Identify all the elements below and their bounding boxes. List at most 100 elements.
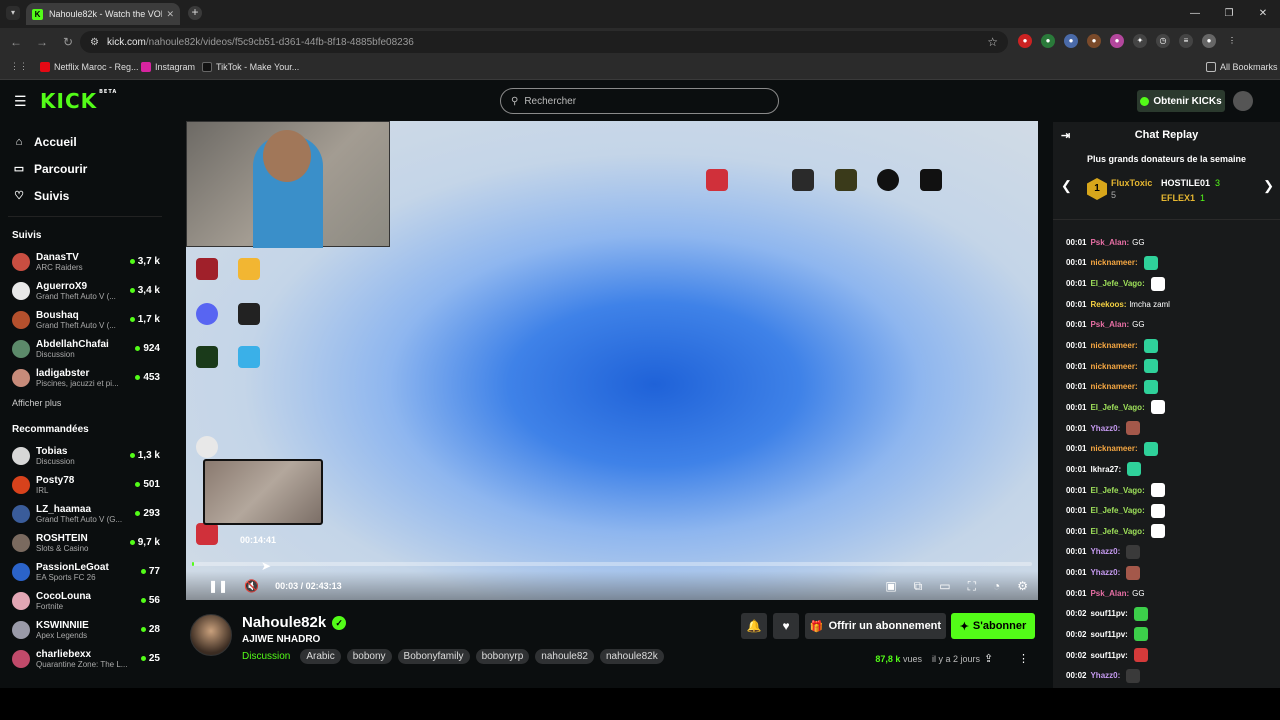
tag-chip[interactable]: bobonyrp — [475, 649, 530, 664]
tag-chip[interactable]: nahoule82 — [535, 649, 594, 664]
menu-dots-icon[interactable]: ⋮ — [1225, 34, 1239, 48]
message-username[interactable]: El_Jefe_Vago: — [1090, 486, 1144, 495]
message-username[interactable]: nicknameer: — [1090, 362, 1137, 371]
message-username[interactable]: Psk_Alan: — [1090, 589, 1129, 598]
tag-chip[interactable]: Arabic — [300, 649, 341, 664]
streamer-name[interactable]: Nahoule82k — [242, 614, 326, 631]
notification-bell-button[interactable]: 🔔 — [741, 613, 767, 639]
sidebar-channel[interactable]: PassionLeGoat EA Sports FC 26 77 — [0, 557, 170, 586]
tag-chip[interactable]: nahoule82k — [599, 649, 664, 664]
forward-icon[interactable]: → — [32, 35, 52, 49]
bookmark-star-icon[interactable]: ☆ — [987, 35, 998, 49]
search-input[interactable]: ⚲ Rechercher — [500, 88, 779, 114]
maximize-icon[interactable]: ❐ — [1212, 0, 1246, 28]
message-username[interactable]: souf11pv: — [1090, 651, 1127, 660]
nav-home[interactable]: ⌂ Accueil — [0, 128, 170, 155]
extension-icon[interactable]: ● — [1018, 34, 1032, 48]
extension-icon[interactable]: ● — [1110, 34, 1124, 48]
video-player[interactable]: 00:14:41 ❚❚ 🔇 00:03 / 02:43:13 ▣ ⧉ ▭ ⛶ ◔… — [186, 121, 1038, 600]
collapse-chat-icon[interactable]: ⇥ — [1061, 129, 1070, 142]
pip-icon[interactable]: ▣ — [885, 579, 896, 594]
bookmark-instagram[interactable]: Instagram — [141, 62, 195, 72]
puzzle-icon[interactable]: ✦ — [1133, 34, 1147, 48]
sidebar-channel[interactable]: ROSHTEIN Slots & Casino 9,7 k — [0, 528, 170, 557]
message-username[interactable]: Yhazz0: — [1090, 671, 1120, 680]
message-username[interactable]: nicknameer: — [1090, 341, 1137, 350]
reload-icon[interactable]: ↻ — [58, 35, 78, 49]
user-avatar[interactable] — [1233, 91, 1253, 111]
new-tab-button[interactable]: + — [188, 6, 202, 20]
nav-browse[interactable]: ▭ Parcourir — [0, 155, 170, 182]
kick-logo[interactable]: KICK BETA — [40, 89, 117, 113]
settings-gear-icon[interactable]: ⚙ — [1017, 579, 1028, 594]
extension-icon[interactable]: ● — [1041, 34, 1055, 48]
chevron-left-icon[interactable]: ❮ — [1061, 178, 1072, 194]
message-username[interactable]: Reekoos: — [1090, 300, 1126, 309]
category-link[interactable]: Discussion — [242, 651, 290, 662]
message-username[interactable]: nicknameer: — [1090, 382, 1137, 391]
message-username[interactable]: El_Jefe_Vago: — [1090, 403, 1144, 412]
close-tab-icon[interactable]: ✕ — [166, 9, 174, 20]
tag-chip[interactable]: bobony — [346, 649, 392, 664]
tag-chip[interactable]: Bobonyfamily — [397, 649, 470, 664]
back-icon[interactable]: ← — [6, 35, 26, 49]
message-username[interactable]: El_Jefe_Vago: — [1090, 527, 1144, 536]
sidebar-channel[interactable]: AguerroX9 Grand Theft Auto V (... 3,4 k — [0, 276, 170, 305]
message-username[interactable]: El_Jefe_Vago: — [1090, 279, 1144, 288]
extension-icon[interactable]: ● — [1087, 34, 1101, 48]
sidebar-channel[interactable]: LZ_haamaa Grand Theft Auto V (G... 293 — [0, 499, 170, 528]
message-username[interactable]: souf11pv: — [1090, 630, 1127, 639]
progress-bar[interactable] — [192, 562, 1032, 566]
address-bar[interactable]: ⚙ kick.com /nahoule82k/videos/f5c9cb51-d… — [80, 31, 1008, 53]
media-icon[interactable]: ≡ — [1179, 34, 1193, 48]
sidebar-channel[interactable]: ladigabster Piscines, jacuzzi et pi... 453 — [0, 363, 170, 392]
bookmark-tiktok[interactable]: TikTok - Make Your... — [202, 62, 299, 72]
history-icon[interactable]: ◷ — [1156, 34, 1170, 48]
show-more-link[interactable]: Afficher plus — [0, 392, 170, 418]
sidebar-channel[interactable]: Tobias Discussion 1,3 k — [0, 441, 170, 470]
site-info-icon[interactable]: ⚙ — [90, 37, 99, 48]
gift-sub-button[interactable]: 🎁 Offrir un abonnement — [805, 613, 946, 639]
message-username[interactable]: souf11pv: — [1090, 609, 1127, 618]
message-username[interactable]: Yhazz0: — [1090, 547, 1120, 556]
clip-icon[interactable]: ⧉ — [914, 579, 923, 594]
fullscreen-icon[interactable]: ⛶ — [968, 579, 976, 594]
speed-icon[interactable]: ◔ — [993, 579, 1000, 594]
nav-following[interactable]: ♡ Suivis — [0, 182, 170, 209]
minimize-icon[interactable]: — — [1178, 0, 1212, 28]
theater-icon[interactable]: ▭ — [939, 579, 950, 594]
message-username[interactable]: El_Jefe_Vago: — [1090, 506, 1144, 515]
message-username[interactable]: Psk_Alan: — [1090, 238, 1129, 247]
message-username[interactable]: Yhazz0: — [1090, 424, 1120, 433]
message-username[interactable]: nicknameer: — [1090, 258, 1137, 267]
message-username[interactable]: nicknameer: — [1090, 444, 1137, 453]
sidebar-channel[interactable]: AbdellahChafai Discussion 924 — [0, 334, 170, 363]
get-kicks-button[interactable]: Obtenir KICKs — [1137, 90, 1225, 112]
mute-icon[interactable]: 🔇 — [244, 579, 259, 593]
bookmark-netflix[interactable]: Netflix Maroc - Reg... — [40, 62, 139, 72]
tab-search-icon[interactable]: ▾ — [6, 6, 20, 20]
sidebar-channel[interactable]: DanasTV ARC Raiders 3,7 k — [0, 247, 170, 276]
pause-icon[interactable]: ❚❚ — [208, 579, 228, 593]
chevron-right-icon[interactable]: ❯ — [1263, 178, 1274, 194]
sidebar-channel[interactable]: charliebexx Quarantine Zone: The L... 25 — [0, 644, 170, 673]
message-username[interactable]: Psk_Alan: — [1090, 320, 1129, 329]
more-options-icon[interactable]: ⋮ — [1018, 652, 1029, 665]
extension-icon[interactable]: ● — [1064, 34, 1078, 48]
sidebar-channel[interactable]: CocoLouna Fortnite 56 — [0, 586, 170, 615]
message-username[interactable]: Yhazz0: — [1090, 568, 1120, 577]
all-bookmarks[interactable]: All Bookmarks — [1206, 62, 1278, 72]
follow-heart-button[interactable]: ♥ — [773, 613, 799, 639]
sidebar-channel[interactable]: Posty78 IRL 501 — [0, 470, 170, 499]
share-icon[interactable]: ⇪ — [984, 652, 993, 665]
browser-tab[interactable]: K Nahoule82k - Watch the VOD o ✕ — [26, 3, 180, 25]
close-window-icon[interactable]: ✕ — [1246, 0, 1280, 28]
profile-icon[interactable]: ● — [1202, 34, 1216, 48]
hamburger-menu-icon[interactable]: ☰ — [14, 94, 28, 108]
message-username[interactable]: lkhra27: — [1090, 465, 1121, 474]
sidebar-channel[interactable]: Boushaq Grand Theft Auto V (... 1,7 k — [0, 305, 170, 334]
subscribe-button[interactable]: ✦ S'abonner — [951, 613, 1035, 639]
sidebar-channel[interactable]: KSWINNIIE Apex Legends 28 — [0, 615, 170, 644]
apps-icon[interactable]: ⋮⋮ — [10, 61, 28, 72]
streamer-avatar[interactable] — [190, 614, 232, 656]
